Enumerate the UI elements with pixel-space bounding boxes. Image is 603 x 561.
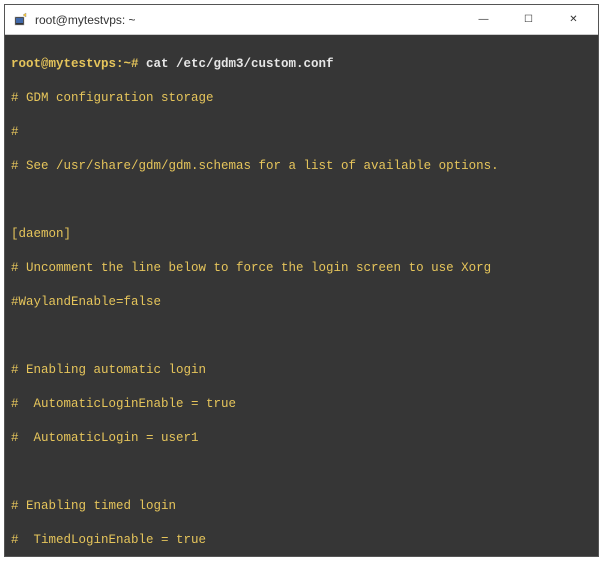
minimize-button[interactable]: — bbox=[461, 5, 506, 34]
file-line: # GDM configuration storage bbox=[11, 90, 592, 107]
putty-icon bbox=[13, 12, 29, 28]
file-line: # bbox=[11, 124, 592, 141]
prompt-command: cat /etc/gdm3/custom.conf bbox=[139, 57, 334, 71]
file-line bbox=[11, 328, 592, 345]
file-line: # AutomaticLoginEnable = true bbox=[11, 396, 592, 413]
file-line: # See /usr/share/gdm/gdm.schemas for a l… bbox=[11, 158, 592, 175]
file-line: # Uncomment the line below to force the … bbox=[11, 260, 592, 277]
file-line: [daemon] bbox=[11, 226, 592, 243]
file-line: # Enabling automatic login bbox=[11, 362, 592, 379]
window-title: root@mytestvps: ~ bbox=[35, 13, 461, 27]
maximize-button[interactable]: ☐ bbox=[506, 5, 551, 34]
file-line bbox=[11, 192, 592, 209]
window-controls: — ☐ ✕ bbox=[461, 5, 596, 34]
terminal-body[interactable]: root@mytestvps:~# cat /etc/gdm3/custom.c… bbox=[5, 35, 598, 556]
prompt-host: root@mytestvps:~# bbox=[11, 57, 139, 71]
file-line: #WaylandEnable=false bbox=[11, 294, 592, 311]
titlebar[interactable]: root@mytestvps: ~ — ☐ ✕ bbox=[5, 5, 598, 35]
file-line: # Enabling timed login bbox=[11, 498, 592, 515]
file-line: # TimedLoginEnable = true bbox=[11, 532, 592, 549]
terminal-window: root@mytestvps: ~ — ☐ ✕ root@mytestvps:~… bbox=[4, 4, 599, 557]
file-line bbox=[11, 464, 592, 481]
close-button[interactable]: ✕ bbox=[551, 5, 596, 34]
file-line: # AutomaticLogin = user1 bbox=[11, 430, 592, 447]
